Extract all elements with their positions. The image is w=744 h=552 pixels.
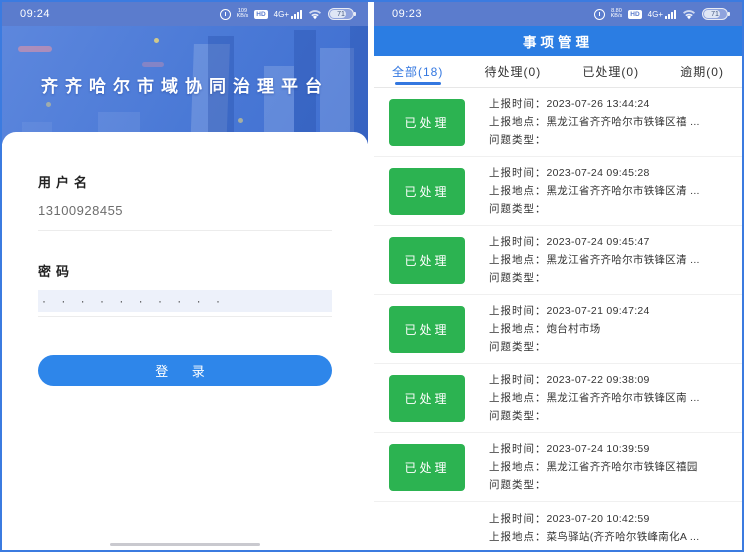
username-label: 用户名 xyxy=(38,172,332,191)
tab-pending[interactable]: 待处理(0) xyxy=(477,56,550,87)
wifi-icon xyxy=(682,9,696,20)
list-item[interactable]: 已处理 上报时间：2023-07-26 13:44:24 上报地点：黑龙江省齐齐… xyxy=(374,88,742,157)
signal-4g-icon: 4G+ xyxy=(648,10,676,19)
alarm-clock-icon xyxy=(220,9,231,20)
report-location-value: 黑龙江省齐齐哈尔市铁锋区禧园 xyxy=(547,461,698,473)
alarm-clock-icon xyxy=(594,9,605,20)
network-type-label: 4G+ xyxy=(274,11,289,19)
report-time-label: 上报时间： xyxy=(489,305,547,317)
hd-icon: HD xyxy=(254,10,267,19)
status-bar-right: 09:23 8.80 KB/s HD 4G+ 71 xyxy=(374,2,742,26)
report-location-label: 上报地点： xyxy=(489,323,547,335)
network-type-label: 4G+ xyxy=(648,11,663,19)
tab-bar: 全部(18) 待处理(0) 已处理(0) 逾期(0) xyxy=(374,56,742,88)
problem-type-label: 问题类型： xyxy=(489,272,547,284)
status-badge: 已处理 xyxy=(389,375,465,422)
report-location-value: 黑龙江省齐齐哈尔市铁锋区禧 ... xyxy=(547,116,700,128)
home-indicator xyxy=(110,543,260,546)
screenshot-frame: 09:24 109 KB/s HD 4G+ 71 xyxy=(0,0,744,552)
item-list[interactable]: 已处理 上报时间：2023-07-26 13:44:24 上报地点：黑龙江省齐齐… xyxy=(374,88,742,550)
report-time-value: 2023-07-24 10:39:59 xyxy=(547,443,650,455)
hd-icon: HD xyxy=(628,10,641,19)
wifi-icon xyxy=(308,9,322,20)
username-field[interactable]: 13100928455 xyxy=(38,203,332,218)
report-time-label: 上报时间： xyxy=(489,167,547,179)
problem-type-label: 问题类型： xyxy=(489,341,547,353)
item-details: 上报时间：2023-07-20 10:42:59 上报地点：菜鸟驿站(齐齐哈尔铁… xyxy=(489,510,700,546)
list-item[interactable]: 已处理 上报时间：2023-07-21 09:47:24 上报地点：炮台村市场 … xyxy=(374,295,742,364)
list-item[interactable]: 已处理 上报时间：2023-07-24 10:39:59 上报地点：黑龙江省齐齐… xyxy=(374,433,742,502)
status-badge: 已处理 xyxy=(389,306,465,353)
report-location-label: 上报地点： xyxy=(489,254,547,266)
tab-all[interactable]: 全部(18) xyxy=(384,56,451,87)
item-details: 上报时间：2023-07-22 09:38:09 上报地点：黑龙江省齐齐哈尔市铁… xyxy=(489,371,700,425)
network-speed-indicator: 109 KB/s xyxy=(237,9,249,19)
report-time-label: 上报时间： xyxy=(489,98,547,110)
clock-time: 09:24 xyxy=(20,8,50,20)
battery-icon: 71 xyxy=(702,8,728,20)
speed-unit: KB/s xyxy=(237,14,249,19)
report-time-value: 2023-07-21 09:47:24 xyxy=(547,305,650,317)
report-location-value: 炮台村市场 xyxy=(547,323,601,335)
report-time-label: 上报时间： xyxy=(489,443,547,455)
report-location-label: 上报地点： xyxy=(489,185,547,197)
login-screen: 09:24 109 KB/s HD 4G+ 71 xyxy=(2,2,368,550)
report-time-label: 上报时间： xyxy=(489,513,547,525)
status-bar-left: 09:24 109 KB/s HD 4G+ 71 xyxy=(2,2,368,26)
report-time-value: 2023-07-22 09:38:09 xyxy=(547,374,650,386)
report-time-value: 2023-07-24 09:45:47 xyxy=(547,236,650,248)
page-title: 事项管理 xyxy=(374,26,742,56)
item-management-screen: 09:23 8.80 KB/s HD 4G+ 71 xyxy=(374,2,742,550)
status-badge: 已处理 xyxy=(389,168,465,215)
report-time-label: 上报时间： xyxy=(489,374,547,386)
status-icons: 8.80 KB/s HD 4G+ 71 xyxy=(594,8,728,20)
status-badge: 已处理 xyxy=(389,444,465,491)
signal-4g-icon: 4G+ xyxy=(274,10,302,19)
login-card: 用户名 13100928455 密码 · · · · · · · · · · 登… xyxy=(2,132,368,550)
tab-processed[interactable]: 已处理(0) xyxy=(574,56,647,87)
report-location-label: 上报地点： xyxy=(489,392,547,404)
report-location-value: 菜鸟驿站(齐齐哈尔铁峰南化A ... xyxy=(547,531,700,543)
problem-type-label: 问题类型： xyxy=(489,203,547,215)
divider xyxy=(38,230,332,231)
item-details: 上报时间：2023-07-24 09:45:28 上报地点：黑龙江省齐齐哈尔市铁… xyxy=(489,164,700,218)
report-time-value: 2023-07-24 09:45:28 xyxy=(547,167,650,179)
divider xyxy=(38,316,332,317)
status-badge: 已处理 xyxy=(389,237,465,284)
report-location-value: 黑龙江省齐齐哈尔市铁锋区清 ... xyxy=(547,185,700,197)
status-icons: 109 KB/s HD 4G+ 71 xyxy=(220,8,354,20)
problem-type-label: 问题类型： xyxy=(489,479,547,491)
problem-type-label: 问题类型： xyxy=(489,410,547,422)
battery-icon: 71 xyxy=(328,8,354,20)
password-label: 密码 xyxy=(38,261,332,280)
item-details: 上报时间：2023-07-21 09:47:24 上报地点：炮台村市场 问题类型… xyxy=(489,302,650,356)
item-details: 上报时间：2023-07-26 13:44:24 上报地点：黑龙江省齐齐哈尔市铁… xyxy=(489,95,700,149)
problem-type-label: 问题类型： xyxy=(489,134,547,146)
list-item[interactable]: 上报时间：2023-07-20 10:42:59 上报地点：菜鸟驿站(齐齐哈尔铁… xyxy=(374,502,742,550)
item-details: 上报时间：2023-07-24 09:45:47 上报地点：黑龙江省齐齐哈尔市铁… xyxy=(489,233,700,287)
report-time-value: 2023-07-26 13:44:24 xyxy=(547,98,650,110)
tab-overdue[interactable]: 逾期(0) xyxy=(672,56,732,87)
battery-percent: 71 xyxy=(337,11,345,18)
list-item[interactable]: 已处理 上报时间：2023-07-24 09:45:47 上报地点：黑龙江省齐齐… xyxy=(374,226,742,295)
network-speed-indicator: 8.80 KB/s xyxy=(611,9,623,19)
login-banner: 齐齐哈尔市域协同治理平台 xyxy=(2,26,368,144)
clock-time: 09:23 xyxy=(392,8,422,20)
item-details: 上报时间：2023-07-24 10:39:59 上报地点：黑龙江省齐齐哈尔市铁… xyxy=(489,440,698,494)
list-item[interactable]: 已处理 上报时间：2023-07-24 09:45:28 上报地点：黑龙江省齐齐… xyxy=(374,157,742,226)
report-location-label: 上报地点： xyxy=(489,531,547,543)
speed-unit: KB/s xyxy=(611,14,623,19)
password-field[interactable]: · · · · · · · · · · xyxy=(38,290,332,312)
report-location-value: 黑龙江省齐齐哈尔市铁锋区清 ... xyxy=(547,254,700,266)
report-location-value: 黑龙江省齐齐哈尔市铁锋区南 ... xyxy=(547,392,700,404)
report-time-label: 上报时间： xyxy=(489,236,547,248)
report-location-label: 上报地点： xyxy=(489,461,547,473)
report-location-label: 上报地点： xyxy=(489,116,547,128)
app-title: 齐齐哈尔市域协同治理平台 xyxy=(2,72,368,97)
battery-percent: 71 xyxy=(711,11,719,18)
report-time-value: 2023-07-20 10:42:59 xyxy=(547,513,650,525)
status-badge: 已处理 xyxy=(389,99,465,146)
list-item[interactable]: 已处理 上报时间：2023-07-22 09:38:09 上报地点：黑龙江省齐齐… xyxy=(374,364,742,433)
login-button[interactable]: 登 录 xyxy=(38,355,332,386)
